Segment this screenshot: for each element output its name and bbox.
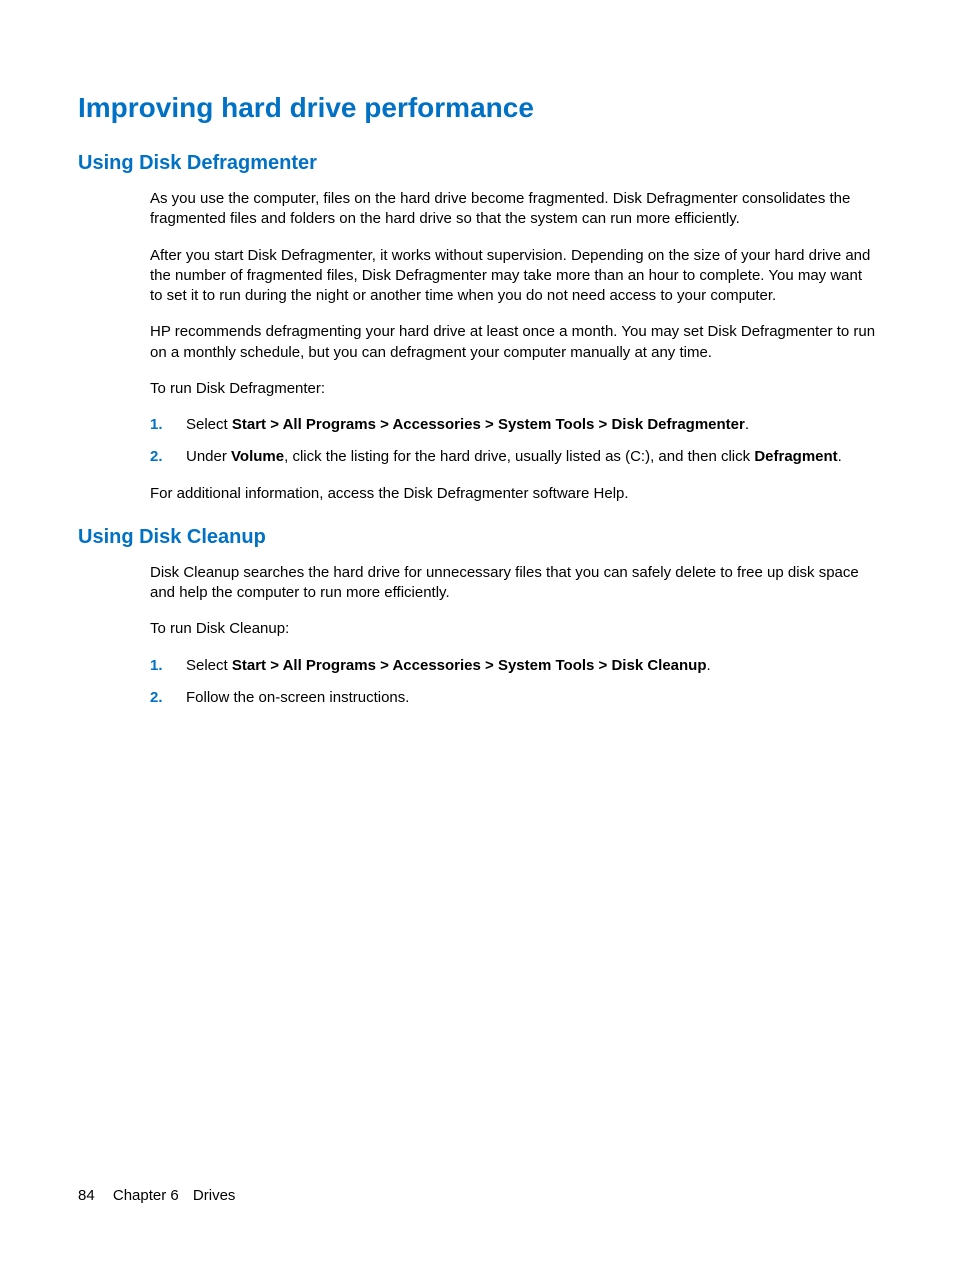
step-text: Follow the on-screen instructions. (186, 689, 409, 706)
paragraph: After you start Disk Defragmenter, it wo… (150, 246, 876, 307)
step-bold: Start > All Programs > Accessories > Sys… (232, 416, 745, 433)
section-body-defragmenter: As you use the computer, files on the ha… (150, 189, 876, 504)
section-label: Drives (193, 1187, 236, 1204)
step-text: Select (186, 416, 232, 433)
chapter-label: Chapter 6 (113, 1187, 179, 1204)
step-text: . (838, 448, 842, 465)
section-heading-cleanup: Using Disk Cleanup (78, 526, 876, 549)
document-page: Improving hard drive performance Using D… (0, 0, 954, 708)
step-number: 1. (150, 656, 163, 676)
step-item: 2. Follow the on-screen instructions. (150, 688, 876, 708)
page-footer: 84 Chapter 6 Drives (78, 1187, 235, 1204)
step-number: 2. (150, 688, 163, 708)
step-text: Select (186, 657, 232, 674)
step-text: , click the listing for the hard drive, … (284, 448, 754, 465)
step-text: . (745, 416, 749, 433)
paragraph: For additional information, access the D… (150, 484, 876, 504)
step-bold: Volume (231, 448, 284, 465)
step-text: Under (186, 448, 231, 465)
step-number: 2. (150, 447, 163, 467)
page-number: 84 (78, 1187, 95, 1204)
section-heading-defragmenter: Using Disk Defragmenter (78, 152, 876, 175)
section-body-cleanup: Disk Cleanup searches the hard drive for… (150, 563, 876, 708)
page-title: Improving hard drive performance (78, 92, 876, 124)
step-list: 1. Select Start > All Programs > Accesso… (150, 415, 876, 468)
step-number: 1. (150, 415, 163, 435)
step-item: 1. Select Start > All Programs > Accesso… (150, 415, 876, 435)
paragraph: Disk Cleanup searches the hard drive for… (150, 563, 876, 604)
step-bold: Defragment (754, 448, 837, 465)
paragraph: As you use the computer, files on the ha… (150, 189, 876, 230)
step-bold: Start > All Programs > Accessories > Sys… (232, 657, 707, 674)
paragraph: To run Disk Cleanup: (150, 619, 876, 639)
step-item: 2. Under Volume, click the listing for t… (150, 447, 876, 467)
step-list: 1. Select Start > All Programs > Accesso… (150, 656, 876, 709)
paragraph: HP recommends defragmenting your hard dr… (150, 322, 876, 363)
step-text: . (707, 657, 711, 674)
paragraph: To run Disk Defragmenter: (150, 379, 876, 399)
step-item: 1. Select Start > All Programs > Accesso… (150, 656, 876, 676)
